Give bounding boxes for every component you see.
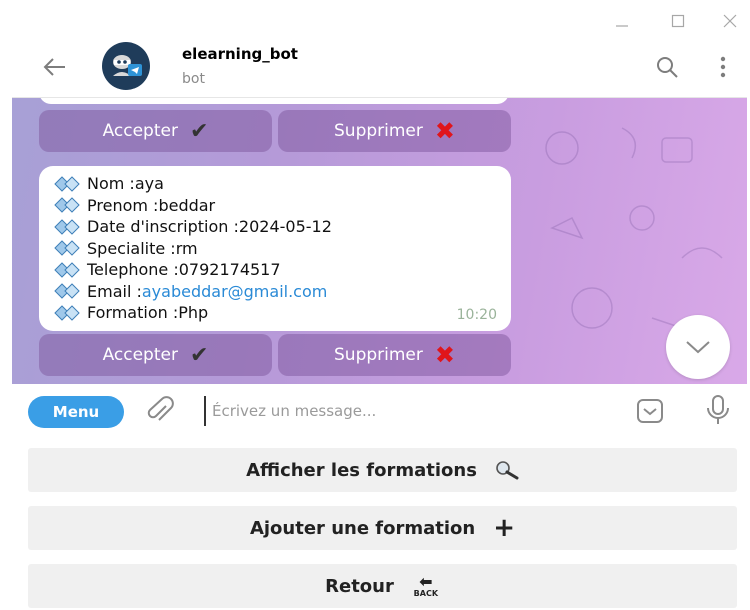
email-link[interactable]: ayabeddar@gmail.com — [142, 282, 327, 301]
delete-button-label: Supprimer — [334, 121, 423, 141]
emoji-sticker-icon[interactable] — [635, 396, 665, 426]
diamond-icon — [54, 262, 80, 278]
accept-button[interactable]: Accepter ✔ — [39, 110, 272, 152]
show-formations-label: Afficher les formations — [246, 459, 477, 481]
delete-button[interactable]: Supprimer ✖ — [278, 110, 511, 152]
message-line-label: Nom : — [87, 174, 135, 194]
chat-subtitle: bot — [182, 71, 205, 87]
message-line-value: beddar — [158, 195, 216, 215]
diamond-icon — [54, 219, 80, 235]
magnifier-icon — [496, 461, 519, 480]
checkmark-icon: ✔ — [189, 342, 209, 368]
close-icon[interactable] — [712, 8, 748, 34]
microphone-icon[interactable] — [704, 394, 732, 426]
back-arrow-icon: ⬅ BACK — [413, 571, 439, 598]
accept-button-label: Accepter — [102, 345, 178, 365]
delete-button-label: Supprimer — [334, 345, 423, 365]
diamond-icon — [54, 305, 80, 321]
minimize-icon[interactable] — [604, 8, 640, 34]
message-line-label: Email : — [87, 281, 142, 301]
message-line: Nom : aya — [53, 173, 501, 195]
message-line-value: 2024-05-12 — [238, 217, 332, 237]
bot-avatar[interactable] — [102, 42, 150, 90]
message-line-label: Date d'inscription : — [87, 217, 239, 237]
message-line-label: Prenom : — [87, 195, 159, 215]
chat-messages-area[interactable]: Accepter ✔ Supprimer ✖ Nom : aya Prenom … — [12, 98, 747, 384]
checkmark-icon: ✔ — [189, 118, 209, 144]
message-input[interactable] — [204, 396, 604, 426]
accept-button[interactable]: Accepter ✔ — [39, 334, 272, 376]
inline-keyboard-bottom: Accepter ✔ Supprimer ✖ — [39, 334, 511, 376]
diamond-icon — [54, 240, 80, 256]
diamond-icon — [54, 176, 80, 192]
message-line: Email : ayabeddar@gmail.com — [53, 281, 501, 303]
message-line: Formation : Php — [53, 302, 501, 324]
accept-button-label: Accepter — [102, 121, 178, 141]
arrow-left-icon[interactable] — [42, 54, 68, 80]
delete-button[interactable]: Supprimer ✖ — [278, 334, 511, 376]
cross-icon: ✖ — [434, 117, 455, 145]
maximize-icon[interactable] — [660, 8, 696, 34]
message-line: Date d'inscription : 2024-05-12 — [53, 216, 501, 238]
message-bubble[interactable]: Nom : aya Prenom : beddar Date d'inscrip… — [39, 166, 511, 331]
search-icon[interactable] — [654, 54, 680, 80]
message-input-bar: Menu — [12, 384, 747, 440]
scroll-to-bottom-button[interactable] — [666, 315, 730, 379]
message-line-label: Telephone : — [87, 260, 179, 280]
previous-message-bubble — [39, 98, 509, 104]
message-line: Telephone : 0792174517 — [53, 259, 501, 281]
message-line-value: aya — [134, 174, 164, 194]
message-line: Prenom : beddar — [53, 195, 501, 217]
message-line-value: 0792174517 — [178, 260, 281, 280]
window-title-bar — [12, 8, 747, 36]
show-formations-button[interactable]: Afficher les formations — [28, 448, 737, 492]
back-label: Retour — [325, 575, 394, 597]
message-line-value: rm — [175, 238, 198, 258]
plus-icon: + — [493, 513, 516, 543]
message-line: Specialite : rm — [53, 238, 501, 260]
diamond-icon — [54, 283, 80, 299]
message-line-value: Php — [178, 303, 209, 323]
paperclip-icon[interactable] — [146, 396, 174, 426]
cross-icon: ✖ — [434, 341, 455, 369]
message-line-label: Specialite : — [87, 238, 176, 258]
add-formation-label: Ajouter une formation — [249, 517, 476, 539]
chat-title[interactable]: elearning_bot — [182, 45, 298, 63]
back-button[interactable]: Retour ⬅ BACK — [28, 564, 737, 608]
message-timestamp: 10:20 — [456, 307, 497, 323]
message-line-label: Formation : — [87, 303, 179, 323]
diamond-icon — [54, 197, 80, 213]
more-vertical-icon[interactable] — [710, 54, 736, 80]
chevron-down-icon — [686, 341, 710, 354]
chat-header: elearning_bot bot — [12, 34, 747, 98]
back-icon-text: BACK — [413, 588, 439, 598]
inline-keyboard-top: Accepter ✔ Supprimer ✖ — [39, 110, 511, 152]
menu-button[interactable]: Menu — [28, 396, 124, 428]
add-formation-button[interactable]: Ajouter une formation + — [28, 506, 737, 550]
